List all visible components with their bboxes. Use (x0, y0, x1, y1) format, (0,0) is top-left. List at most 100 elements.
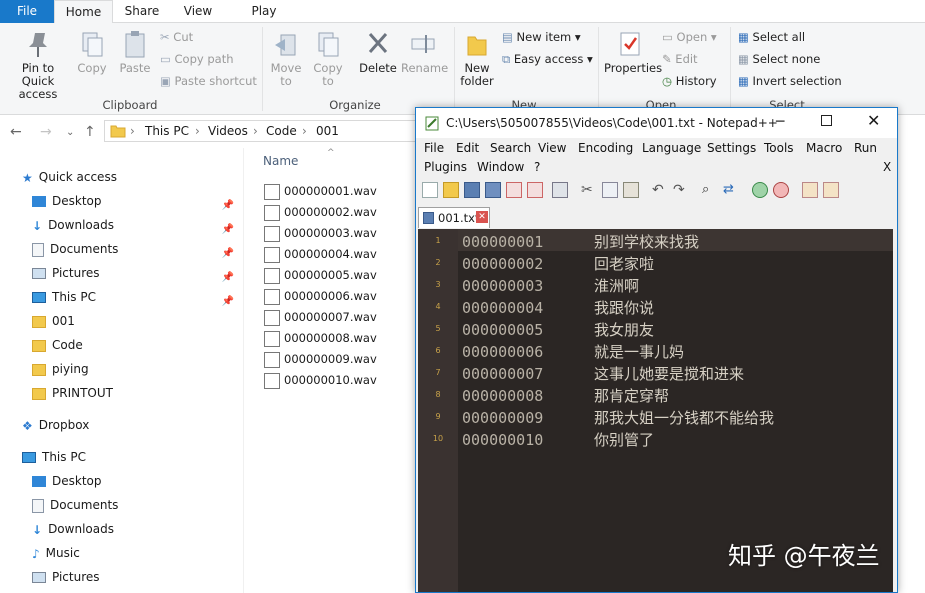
new-item-button[interactable]: ▤ New item ▾ (502, 27, 581, 47)
minimize-icon[interactable]: ─ (776, 114, 784, 130)
nav-this-pc[interactable]: This PC (22, 446, 86, 468)
paste-shortcut-button[interactable]: ▣ Paste shortcut (160, 71, 257, 91)
menu-tools[interactable]: Tools (764, 141, 794, 155)
menu-macro[interactable]: Macro (806, 141, 842, 155)
zoom-out-icon[interactable] (773, 182, 789, 198)
new-file-icon[interactable] (422, 182, 438, 198)
file-item[interactable]: 000000008.wav (264, 328, 377, 349)
tab-close-icon[interactable]: ✕ (476, 211, 488, 223)
find-icon[interactable]: ⌕ (702, 182, 718, 198)
open-file-icon[interactable] (443, 182, 459, 198)
file-item[interactable]: 000000004.wav (264, 244, 377, 265)
nav-pc-desktop[interactable]: Desktop (32, 470, 102, 492)
save-all-icon[interactable] (485, 182, 501, 198)
file-item[interactable]: 000000006.wav (264, 286, 377, 307)
menu-language[interactable]: Language (642, 141, 701, 155)
zoom-in-icon[interactable] (752, 182, 768, 198)
invert-selection-button[interactable]: ▦ Invert selection (738, 71, 842, 91)
menu-encoding[interactable]: Encoding (578, 141, 633, 155)
breadcrumb-this-pc[interactable]: This PC (145, 121, 189, 141)
properties-button[interactable]: Properties (604, 29, 662, 75)
tab-file[interactable]: File (0, 0, 54, 23)
copy-path-button[interactable]: ▭ Copy path (160, 49, 234, 69)
nav-pc-documents[interactable]: Documents (32, 494, 118, 516)
tab-play[interactable]: Play (238, 0, 290, 23)
sync-horizontal-icon[interactable] (823, 182, 839, 198)
breadcrumb-001[interactable]: 001 (316, 121, 339, 141)
paste-button[interactable]: Paste (116, 29, 154, 75)
save-icon[interactable] (464, 182, 480, 198)
copy-to-button[interactable]: Copy to (310, 29, 346, 88)
easy-access-button[interactable]: ⧉ Easy access ▾ (502, 49, 593, 69)
menu-settings[interactable]: Settings (707, 141, 756, 155)
nav-folder-code[interactable]: Code (32, 334, 83, 356)
tab-view[interactable]: View (172, 0, 224, 23)
nav-pc-music[interactable]: ♪ Music (32, 542, 80, 564)
nav-folder-piying[interactable]: piying (32, 358, 89, 380)
tab-share[interactable]: Share (116, 0, 168, 23)
close-document-x[interactable]: X (883, 160, 891, 174)
replace-icon[interactable]: ⇄ (723, 182, 739, 198)
menu-window[interactable]: Window (477, 160, 524, 174)
file-item[interactable]: 000000007.wav (264, 307, 377, 328)
delete-button[interactable]: Delete (358, 29, 398, 75)
cut-icon[interactable]: ✂ (581, 182, 597, 198)
copy-icon[interactable] (602, 182, 618, 198)
nav-downloads[interactable]: ↓ Downloads 📌 (32, 214, 240, 236)
close-icon[interactable]: ✕ (867, 111, 880, 130)
print-icon[interactable] (552, 182, 568, 198)
name-column-header[interactable]: Name (263, 154, 298, 168)
history-button[interactable]: ◷ History (662, 71, 717, 91)
sync-vertical-icon[interactable] (802, 182, 818, 198)
nav-pictures[interactable]: Pictures 📌 (32, 262, 240, 284)
copy-button[interactable]: Copy (76, 29, 108, 75)
new-folder-button[interactable]: New folder (458, 29, 496, 88)
maximize-icon[interactable] (821, 115, 832, 126)
menu-file[interactable]: File (424, 141, 444, 155)
menu-view[interactable]: View (538, 141, 566, 155)
paste-icon[interactable] (623, 182, 639, 198)
pin-to-quick-access-button[interactable]: Pin to Quick access (4, 29, 72, 101)
file-item[interactable]: 000000009.wav (264, 349, 377, 370)
menu-search[interactable]: Search (490, 141, 531, 155)
nav-this-pc-quick[interactable]: This PC 📌 (32, 286, 240, 308)
move-to-button[interactable]: Move to (268, 29, 304, 88)
breadcrumb-videos[interactable]: Videos (208, 121, 248, 141)
file-item[interactable]: 000000005.wav (264, 265, 377, 286)
line-text: 我跟你说 (594, 299, 655, 317)
close-all-icon[interactable] (527, 182, 543, 198)
nav-desktop[interactable]: Desktop 📌 (32, 190, 240, 212)
breadcrumb-code[interactable]: Code (266, 121, 297, 141)
rename-button[interactable]: Rename (401, 29, 448, 75)
close-file-icon[interactable] (506, 182, 522, 198)
recent-chevron-icon[interactable]: ⌄ (66, 127, 74, 138)
edit-button[interactable]: ✎ Edit (662, 49, 698, 69)
menu-edit[interactable]: Edit (456, 141, 479, 155)
cut-button[interactable]: ✂ Cut (160, 27, 193, 47)
document-tab-001[interactable]: 001.txt ✕ (418, 207, 490, 228)
up-arrow-icon[interactable]: ↑ (84, 124, 96, 140)
file-item[interactable]: 000000001.wav (264, 181, 377, 202)
nav-folder-001[interactable]: 001 (32, 310, 75, 332)
nav-dropbox[interactable]: ❖ Dropbox (22, 414, 89, 436)
nav-pc-downloads[interactable]: ↓ Downloads (32, 518, 114, 540)
file-item[interactable]: 000000010.wav (264, 370, 377, 391)
file-item[interactable]: 000000002.wav (264, 202, 377, 223)
forward-arrow-icon[interactable]: → (40, 124, 52, 140)
select-none-button[interactable]: ▦ Select none (738, 49, 820, 69)
undo-icon[interactable]: ↶ (652, 182, 668, 198)
select-all-button[interactable]: ▦ Select all (738, 27, 805, 47)
back-arrow-icon[interactable]: ← (10, 124, 22, 140)
file-item[interactable]: 000000003.wav (264, 223, 377, 244)
nav-documents[interactable]: Documents 📌 (32, 238, 240, 260)
address-bar[interactable]: › This PC › Videos › Code › 001 (104, 120, 434, 142)
menu-run[interactable]: Run (854, 141, 877, 155)
nav-folder-printout[interactable]: PRINTOUT (32, 382, 113, 404)
nav-quick-access[interactable]: ★ Quick access (22, 166, 117, 188)
menu-help[interactable]: ? (534, 160, 540, 174)
redo-icon[interactable]: ↷ (673, 182, 689, 198)
menu-plugins[interactable]: Plugins (424, 160, 467, 174)
nav-pc-pictures[interactable]: Pictures (32, 566, 100, 588)
open-button[interactable]: ▭ Open ▾ (662, 27, 717, 47)
tab-home[interactable]: Home (54, 0, 113, 24)
